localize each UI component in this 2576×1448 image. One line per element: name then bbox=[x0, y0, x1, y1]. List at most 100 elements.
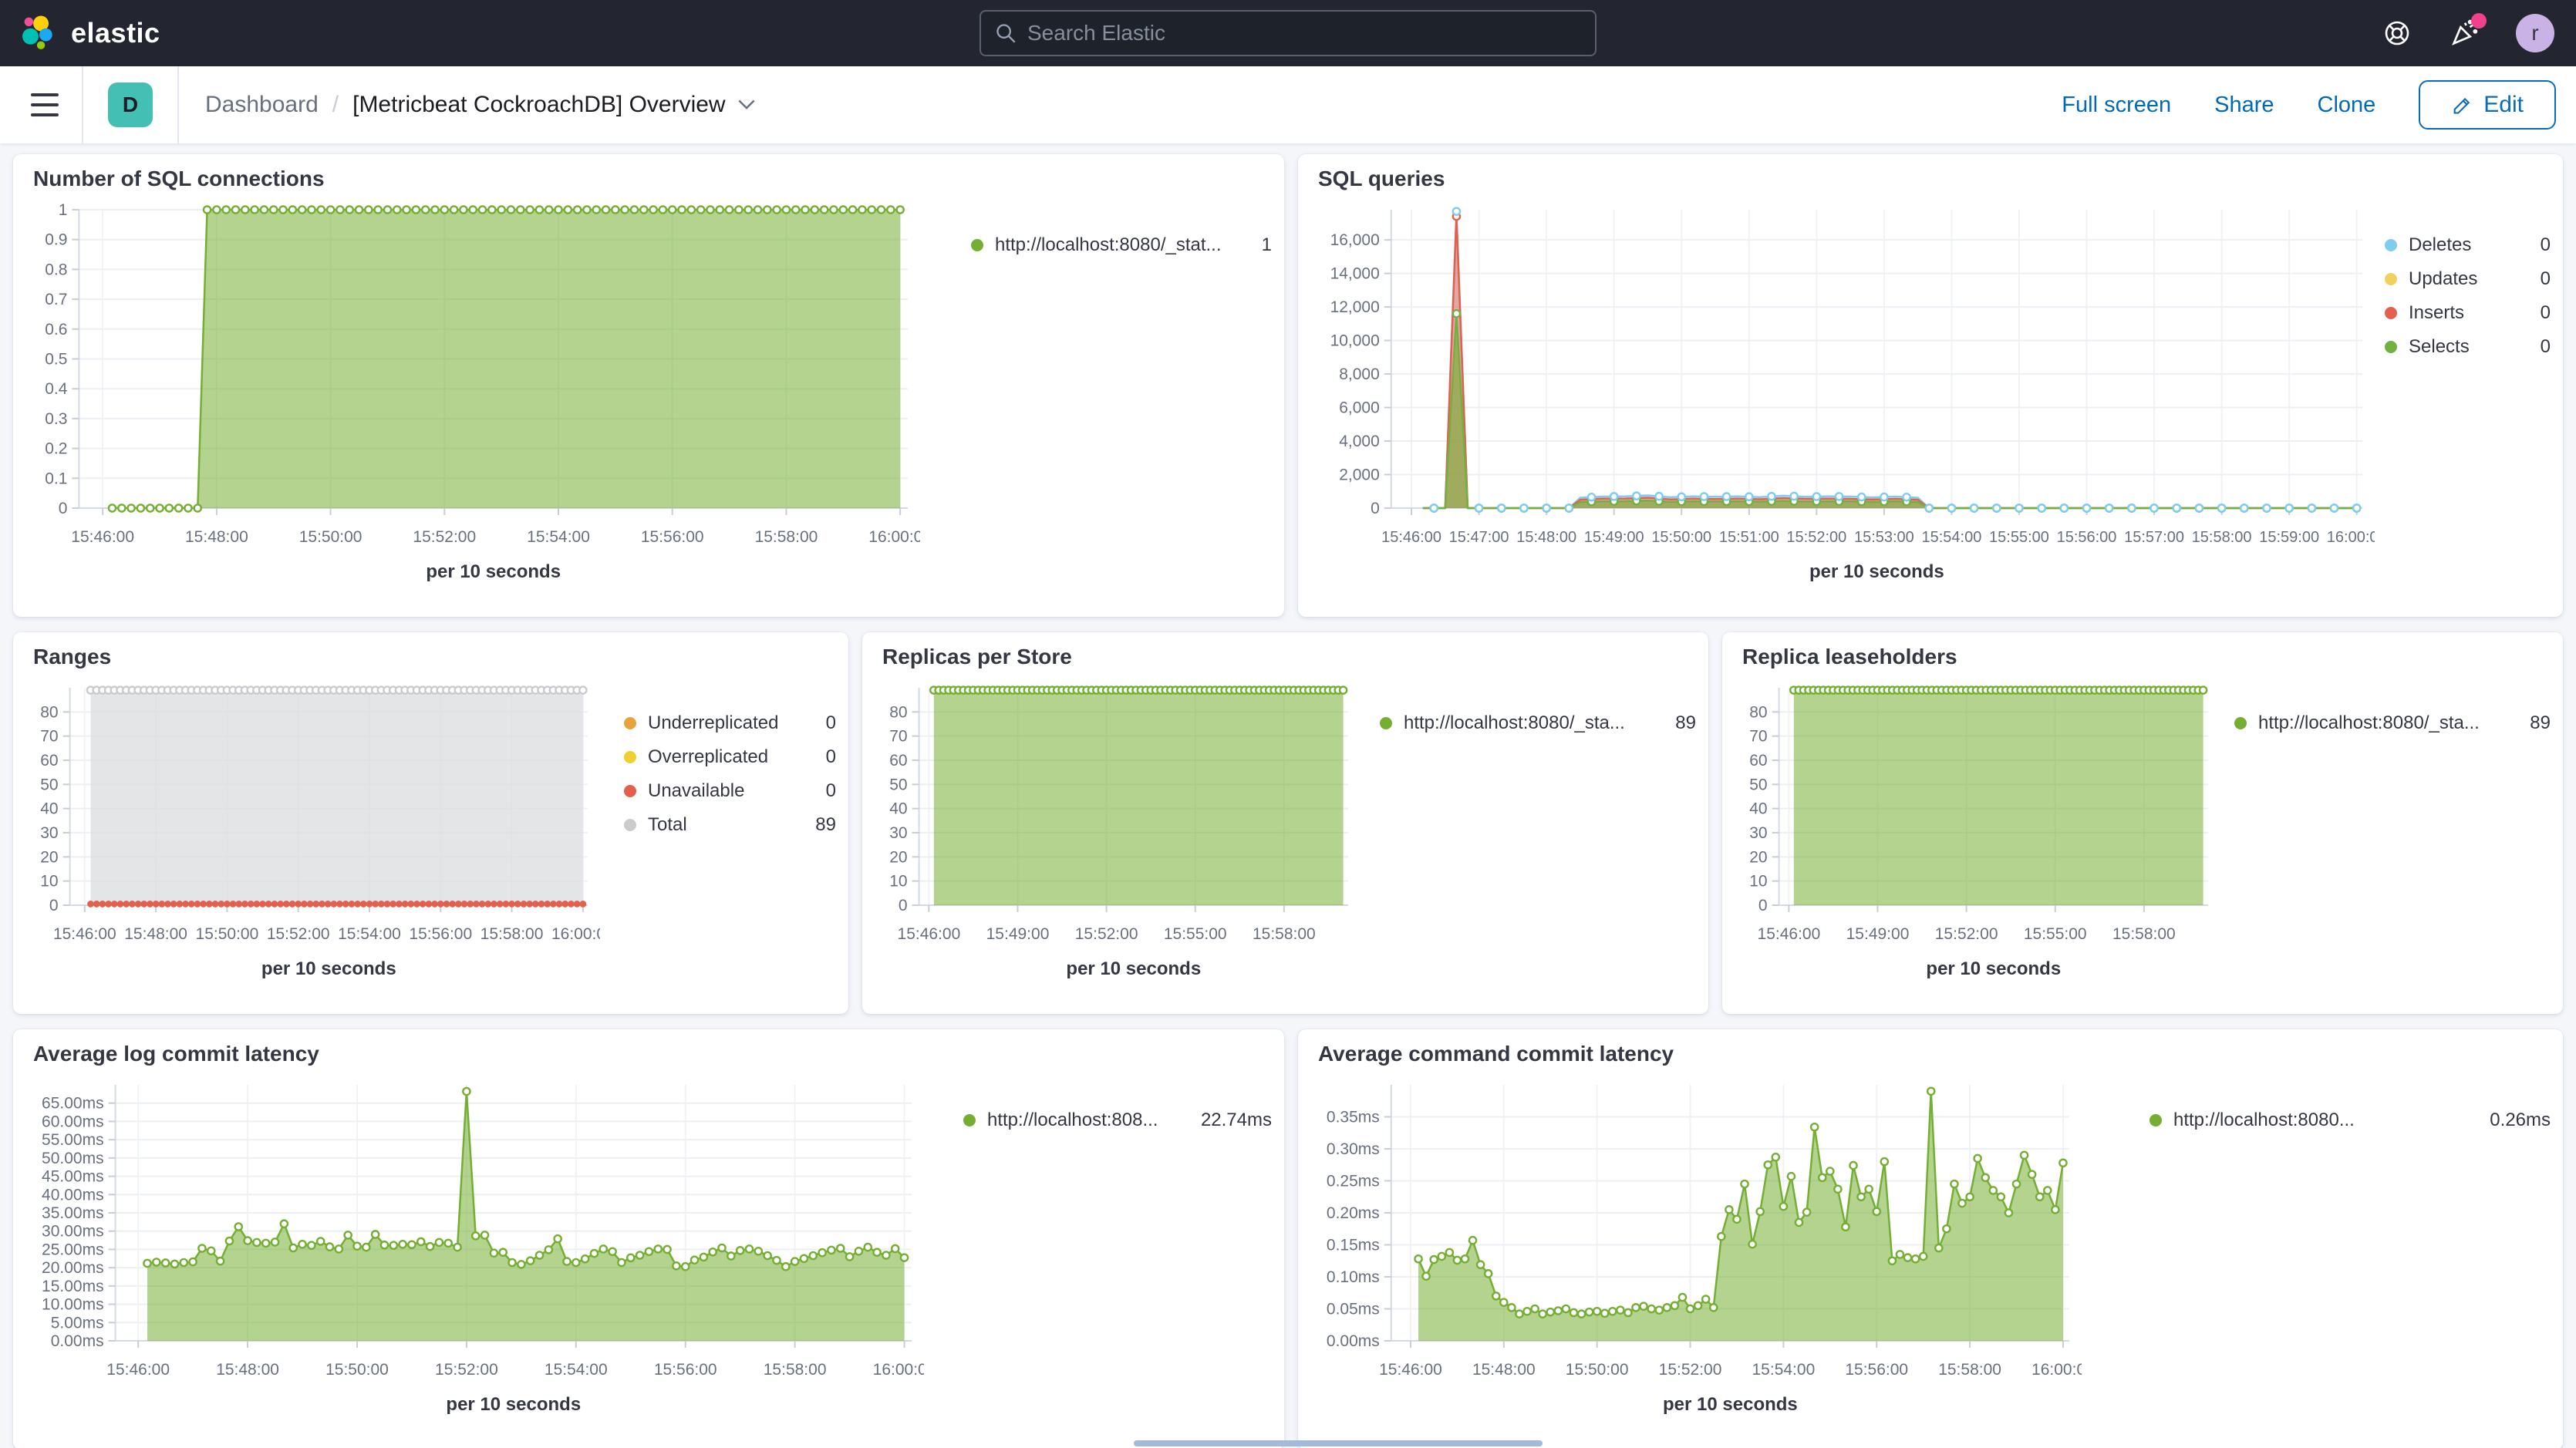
svg-text:60.00ms: 60.00ms bbox=[42, 1113, 104, 1130]
svg-text:16:00:00: 16:00:00 bbox=[868, 528, 920, 546]
svg-text:10: 10 bbox=[40, 873, 58, 891]
svg-text:40.00ms: 40.00ms bbox=[42, 1186, 104, 1204]
svg-text:15:58:00: 15:58:00 bbox=[755, 528, 818, 546]
svg-text:per 10 seconds: per 10 seconds bbox=[1809, 561, 1944, 582]
svg-text:15.00ms: 15.00ms bbox=[42, 1278, 104, 1295]
legend-series-value: 1 bbox=[1239, 234, 1272, 256]
legend-item[interactable]: http://localhost:808...22.74ms bbox=[963, 1103, 1272, 1137]
chart-replicas-per-store[interactable]: 8070605040302010015:46:0015:49:0015:52:0… bbox=[875, 674, 1360, 986]
svg-text:15:51:00: 15:51:00 bbox=[1719, 529, 1779, 546]
chart-ranges[interactable]: 8070605040302010015:46:0015:48:0015:50:0… bbox=[25, 674, 600, 986]
legend-series-dot bbox=[624, 785, 636, 797]
panel-title: Number of SQL connections bbox=[33, 167, 1284, 191]
legend-item[interactable]: http://localhost:8080/_stat... 1 bbox=[971, 228, 1272, 262]
legend-item[interactable]: Updates0 bbox=[2385, 262, 2551, 296]
svg-text:16:00:00: 16:00:00 bbox=[2327, 529, 2375, 546]
legend-series-label: Updates bbox=[2409, 268, 2477, 290]
panel-replicas-per-store: Replicas per Store 8070605040302010015:4… bbox=[862, 632, 1708, 1014]
svg-text:15:55:00: 15:55:00 bbox=[1989, 529, 2049, 546]
legend-series-label: Total bbox=[648, 814, 687, 836]
svg-text:15:54:00: 15:54:00 bbox=[338, 925, 401, 943]
chart-number-of-sql-connections[interactable]: 10.90.80.70.60.50.40.30.20.1015:46:0015:… bbox=[25, 196, 920, 589]
elastic-logo[interactable]: elastic bbox=[22, 15, 160, 51]
svg-text:15:58:00: 15:58:00 bbox=[1938, 1361, 2001, 1379]
svg-text:0: 0 bbox=[59, 500, 68, 517]
legend-item[interactable]: Underreplicated0 bbox=[624, 706, 836, 740]
legend-series-label: http://localhost:8080... bbox=[2173, 1110, 2355, 1131]
search-input[interactable] bbox=[1027, 21, 1581, 45]
svg-text:15:49:00: 15:49:00 bbox=[986, 925, 1050, 943]
legend-item[interactable]: Unavailable0 bbox=[624, 774, 836, 808]
svg-text:70: 70 bbox=[889, 728, 907, 746]
global-search[interactable] bbox=[979, 10, 1597, 56]
edit-button[interactable]: Edit bbox=[2419, 80, 2556, 130]
chevron-down-icon[interactable] bbox=[738, 99, 755, 110]
panel-title: Replica leaseholders bbox=[1742, 645, 2563, 669]
chart-legend: http://localhost:8080/_stat... 1 bbox=[971, 196, 1272, 589]
svg-text:70: 70 bbox=[1749, 728, 1767, 746]
help-icon[interactable] bbox=[2380, 16, 2414, 50]
chart-average-log-commit-latency[interactable]: 65.00ms60.00ms55.00ms50.00ms45.00ms40.00… bbox=[25, 1071, 924, 1422]
svg-text:per 10 seconds: per 10 seconds bbox=[446, 1394, 581, 1415]
svg-text:50: 50 bbox=[889, 776, 907, 793]
panel-replica-leaseholders: Replica leaseholders 8070605040302010015… bbox=[1722, 632, 2563, 1014]
svg-text:15:58:00: 15:58:00 bbox=[764, 1361, 827, 1379]
legend-item[interactable]: http://localhost:8080/_sta...89 bbox=[1380, 706, 1696, 740]
svg-text:15:46:00: 15:46:00 bbox=[53, 925, 116, 943]
legend-item[interactable]: Overreplicated0 bbox=[624, 740, 836, 774]
svg-text:15:58:00: 15:58:00 bbox=[1253, 925, 1316, 943]
panel-average-log-commit-latency: Average log commit latency 65.00ms60.00m… bbox=[13, 1029, 1284, 1448]
svg-text:0: 0 bbox=[899, 897, 908, 914]
app-header: elastic r bbox=[0, 0, 2576, 66]
svg-text:60: 60 bbox=[40, 752, 58, 769]
svg-text:15:59:00: 15:59:00 bbox=[2259, 529, 2319, 546]
legend-item[interactable]: Deletes0 bbox=[2385, 228, 2551, 262]
svg-text:15:50:00: 15:50:00 bbox=[299, 528, 362, 546]
legend-series-dot bbox=[963, 1114, 976, 1126]
svg-text:40: 40 bbox=[1749, 800, 1767, 818]
clone-button[interactable]: Clone bbox=[2318, 93, 2376, 118]
svg-text:15:52:00: 15:52:00 bbox=[1659, 1361, 1722, 1379]
svg-text:20: 20 bbox=[40, 848, 58, 866]
svg-text:50: 50 bbox=[40, 776, 58, 793]
svg-text:1: 1 bbox=[59, 201, 68, 219]
svg-text:15:52:00: 15:52:00 bbox=[1935, 925, 1998, 943]
svg-text:8,000: 8,000 bbox=[1339, 365, 1380, 383]
space-badge[interactable]: D bbox=[108, 83, 153, 127]
avatar[interactable]: r bbox=[2516, 14, 2554, 52]
svg-text:15:46:00: 15:46:00 bbox=[71, 528, 134, 546]
svg-text:15:54:00: 15:54:00 bbox=[1922, 529, 1982, 546]
svg-text:40: 40 bbox=[889, 800, 907, 818]
horizontal-scrollbar[interactable] bbox=[1134, 1440, 1543, 1446]
chart-sql-queries[interactable]: 16,00014,00012,00010,0008,0006,0004,0002… bbox=[1310, 196, 2375, 589]
menu-icon[interactable] bbox=[31, 93, 59, 116]
panel-title: Replicas per Store bbox=[882, 645, 1708, 669]
svg-text:30.00ms: 30.00ms bbox=[42, 1223, 104, 1241]
svg-text:0.15ms: 0.15ms bbox=[1327, 1237, 1380, 1254]
share-button[interactable]: Share bbox=[2214, 93, 2274, 118]
legend-item[interactable]: Selects0 bbox=[2385, 330, 2551, 364]
chart-replica-leaseholders[interactable]: 8070605040302010015:46:0015:49:0015:52:0… bbox=[1735, 674, 2220, 986]
svg-text:10: 10 bbox=[889, 873, 907, 891]
chart-average-command-commit-latency[interactable]: 0.35ms0.30ms0.25ms0.20ms0.15ms0.10ms0.05… bbox=[1310, 1071, 2082, 1422]
news-icon[interactable] bbox=[2448, 16, 2482, 50]
breadcrumb-dashboard[interactable]: Dashboard bbox=[205, 92, 319, 118]
legend-series-label: http://localhost:8080/_stat... bbox=[995, 234, 1222, 256]
legend-item[interactable]: http://localhost:8080/_sta...89 bbox=[2234, 706, 2551, 740]
svg-text:15:55:00: 15:55:00 bbox=[1164, 925, 1227, 943]
pencil-icon bbox=[2451, 94, 2473, 116]
svg-text:0.5: 0.5 bbox=[45, 351, 67, 369]
legend-series-dot bbox=[2149, 1114, 2162, 1126]
legend-item[interactable]: http://localhost:8080...0.26ms bbox=[2149, 1103, 2551, 1137]
svg-text:0: 0 bbox=[1758, 897, 1768, 914]
legend-item[interactable]: Total89 bbox=[624, 808, 836, 842]
legend-series-label: Overreplicated bbox=[648, 746, 768, 768]
svg-text:50.00ms: 50.00ms bbox=[42, 1150, 104, 1167]
legend-item[interactable]: Inserts0 bbox=[2385, 296, 2551, 330]
notification-badge bbox=[2471, 13, 2487, 29]
svg-text:15:56:00: 15:56:00 bbox=[1845, 1361, 1908, 1379]
svg-text:15:49:00: 15:49:00 bbox=[1584, 529, 1644, 546]
chart-legend: http://localhost:8080/_sta...89 bbox=[1380, 674, 1696, 986]
chart-legend: http://localhost:808...22.74ms bbox=[963, 1071, 1272, 1422]
full-screen-button[interactable]: Full screen bbox=[2062, 93, 2171, 118]
